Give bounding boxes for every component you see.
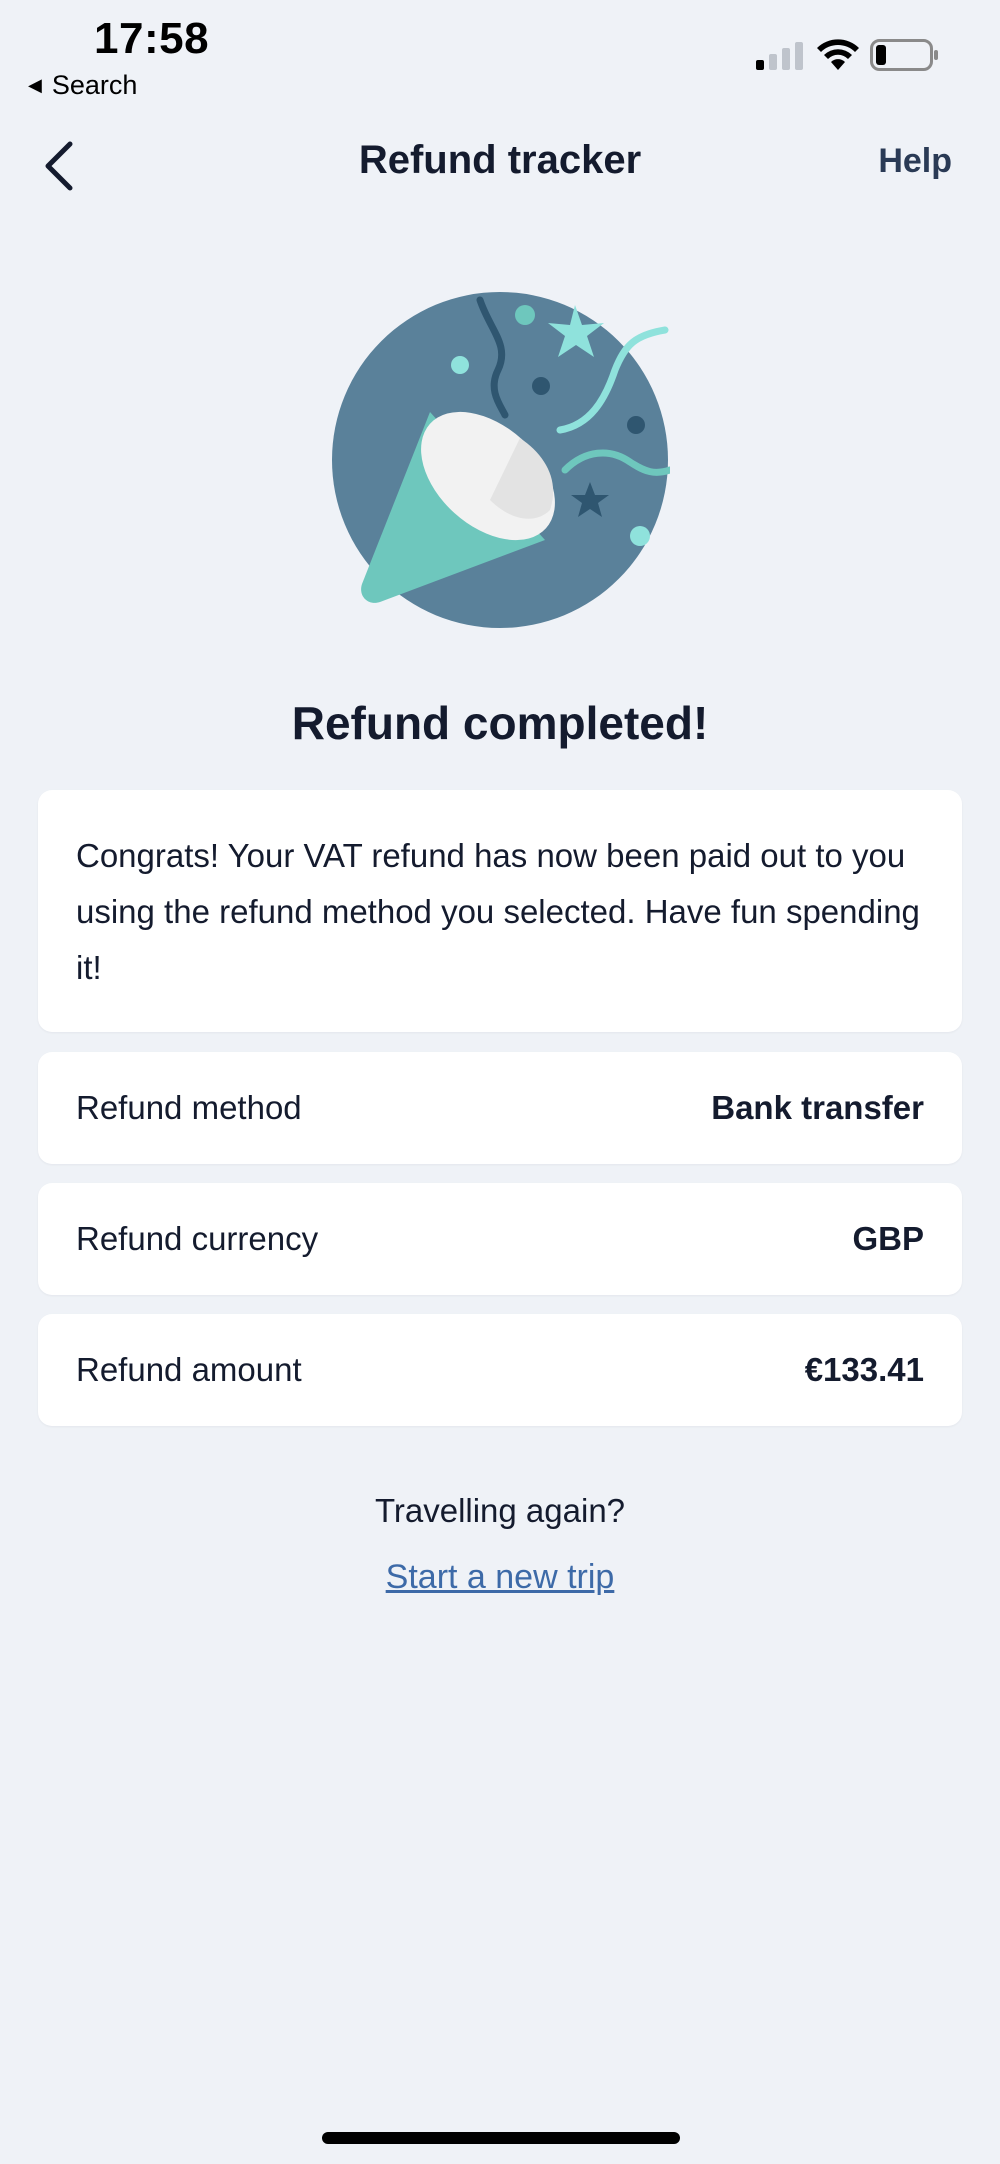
refund-completed-heading: Refund completed! (291, 697, 709, 749)
refund-tracker-screen: 17:58 ◀ Search Refund tracker Help Refun… (0, 0, 1000, 2164)
refund-currency-label: Refund currency (76, 1220, 319, 1257)
help-button[interactable]: Help (878, 142, 952, 181)
refund-message: Congrats! Your VAT refund has now been p… (76, 837, 920, 986)
refund-amount-label: Refund amount (76, 1351, 302, 1388)
cellular-signal-icon (756, 40, 803, 70)
home-indicator[interactable] (322, 2132, 680, 2144)
navigation-bar: Refund tracker Help (0, 120, 1000, 204)
refund-amount-row: Refund amount €133.41 (38, 1314, 962, 1426)
party-popper-icon (332, 292, 670, 628)
refund-currency-value: GBP (852, 1220, 924, 1257)
battery-icon (870, 39, 938, 71)
travelling-again-text: Travelling again? (374, 1492, 626, 1529)
refund-method-row: Refund method Bank transfer (38, 1052, 962, 1164)
back-to-app-button[interactable]: ◀ Search (28, 70, 137, 101)
wifi-icon (817, 39, 859, 70)
status-time: 17:58 (94, 14, 210, 63)
refund-method-label: Refund method (76, 1089, 302, 1126)
start-new-trip-link-container: Start a new trip (0, 1558, 1000, 1597)
back-to-app-label: Search (51, 70, 138, 100)
page-title: Refund tracker (358, 138, 642, 182)
refund-currency-row: Refund currency GBP (38, 1183, 962, 1295)
back-triangle-icon: ◀ (28, 75, 42, 95)
message-card: Congrats! Your VAT refund has now been p… (38, 790, 962, 1032)
start-new-trip-link[interactable]: Start a new trip (386, 1558, 615, 1596)
status-bar: 17:58 ◀ Search (0, 0, 1000, 110)
refund-amount-value: €133.41 (804, 1351, 924, 1388)
refund-method-value: Bank transfer (711, 1089, 924, 1126)
